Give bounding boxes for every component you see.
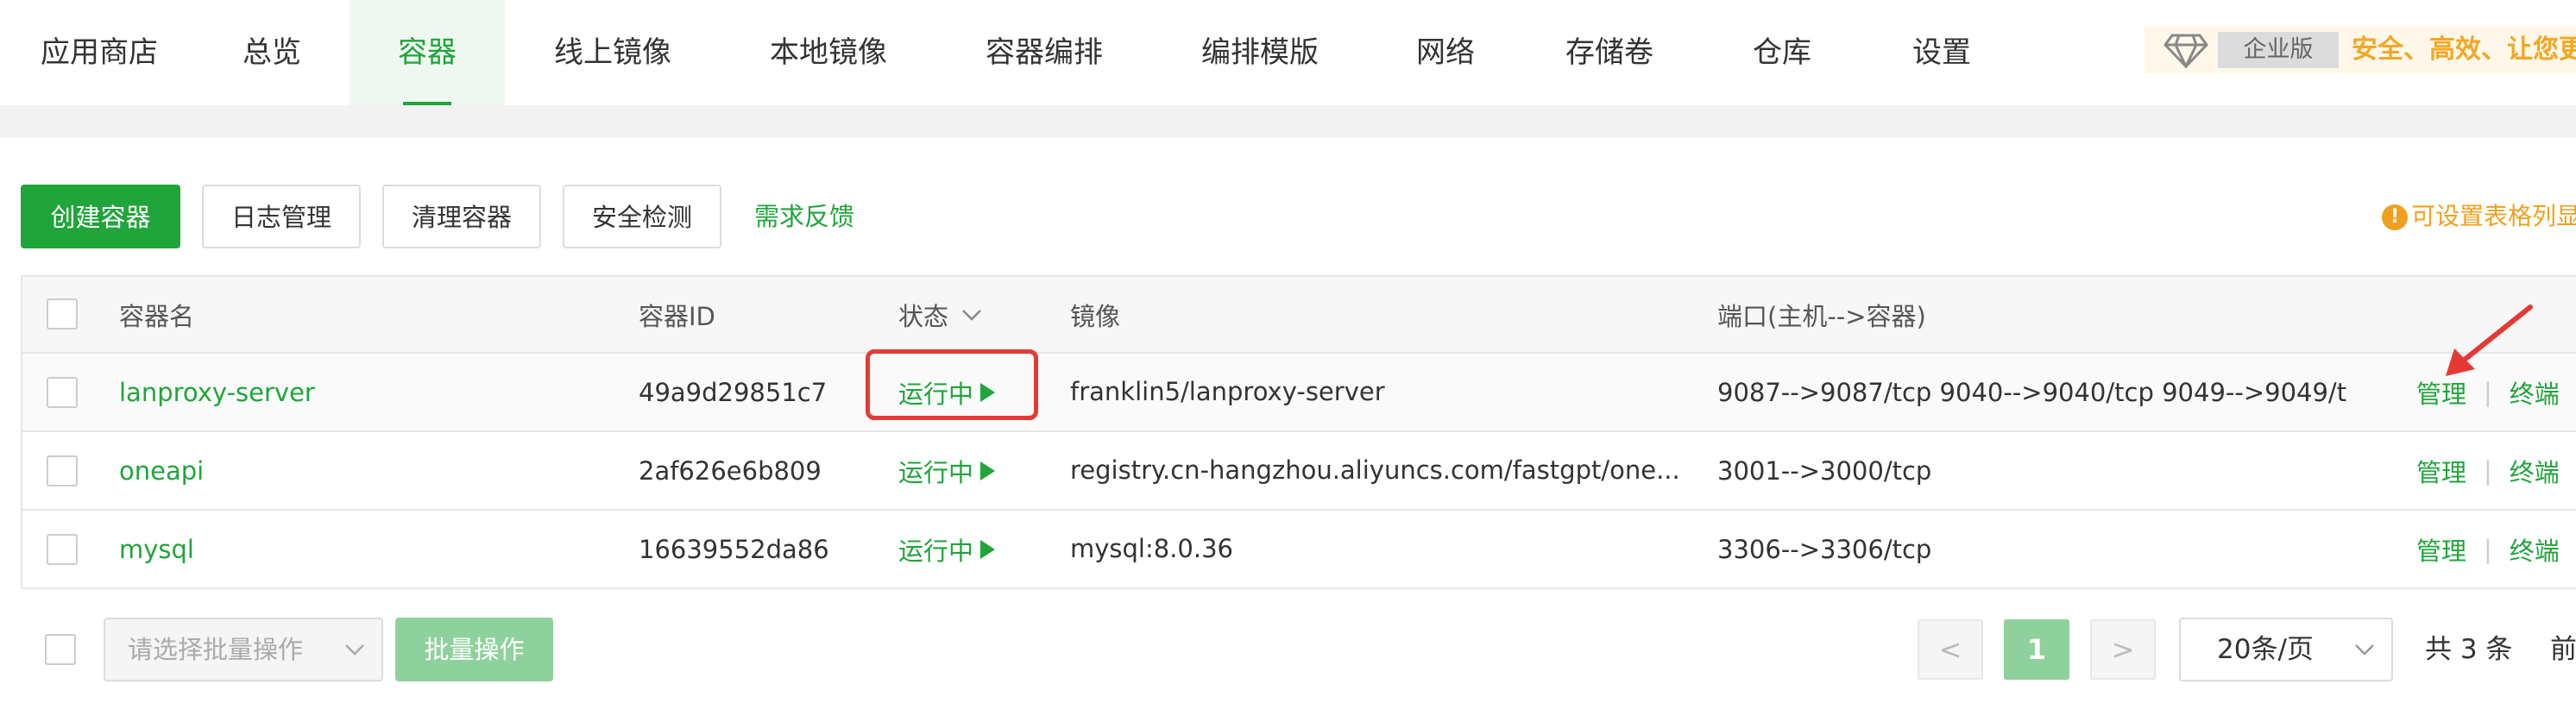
batch-action-select[interactable]: 请选择批量操作 [104, 618, 383, 681]
chevron-down-icon [345, 644, 364, 656]
image-name: mysql:8.0.36 [1070, 534, 1233, 563]
clean-containers-button[interactable]: 清理容器 [382, 185, 541, 248]
status-highlight-box [866, 349, 1038, 420]
page-size-select[interactable]: 20条/页 [2179, 618, 2393, 681]
port-mapping: 3001-->3000/tcp [1717, 455, 1932, 486]
container-name-link[interactable]: mysql [119, 535, 194, 564]
table-row: mysql 16639552da86 运行中 mysql:8.0.36 3306… [22, 511, 2576, 589]
enterprise-promo[interactable]: 企业版 安全、高效、让您更安 [2145, 27, 2576, 73]
terminal-link[interactable]: 终端 [2510, 453, 2560, 489]
next-page-button[interactable]: > [2090, 619, 2156, 680]
port-mapping: 3306-->3306/tcp [1717, 534, 1932, 564]
tab-local-images[interactable]: 本地镜像 [742, 0, 915, 105]
terminal-link[interactable]: 终端 [2510, 531, 2560, 568]
tab-label: 编排模版 [1201, 35, 1319, 70]
status-running[interactable]: 运行中 [898, 432, 996, 509]
select-all-checkbox[interactable] [47, 298, 78, 330]
chevron-down-icon [962, 309, 981, 321]
tab-label: 总览 [242, 35, 301, 70]
container-name-link[interactable]: oneapi [119, 456, 204, 486]
tab-settings[interactable]: 设置 [1877, 0, 2006, 105]
tab-app-store[interactable]: 应用商店 [0, 0, 198, 105]
tab-compose[interactable]: 容器编排 [958, 0, 1131, 105]
header-id: 容器ID [639, 301, 715, 331]
tab-label: 应用商店 [41, 35, 158, 70]
header-ports: 端口(主机-->容器) [1717, 301, 1926, 331]
divider: | [2484, 455, 2492, 486]
container-id: 49a9d29851c7 [639, 377, 828, 407]
header-divider [0, 105, 2576, 138]
status-label: 运行中 [898, 536, 974, 566]
tab-registry[interactable]: 仓库 [1717, 0, 1847, 105]
create-container-button[interactable]: 创建容器 [21, 185, 180, 248]
column-settings-tip[interactable]: ! 可设置表格列显 [2382, 185, 2576, 248]
divider: | [2484, 377, 2492, 407]
enterprise-badge: 企业版 [2218, 32, 2339, 68]
image-name: franklin5/lanproxy-server [1070, 377, 1385, 406]
container-name-link[interactable]: lanproxy-server [119, 378, 315, 407]
footer-select-all-checkbox[interactable] [45, 634, 76, 665]
feedback-link[interactable]: 需求反馈 [754, 185, 854, 248]
tab-online-images[interactable]: 线上镜像 [526, 0, 699, 105]
security-check-button[interactable]: 安全检测 [563, 185, 721, 248]
total-count: 共 3 条 [2425, 634, 2513, 665]
page-size-value: 20条/页 [2217, 634, 2314, 665]
container-id: 16639552da86 [639, 534, 829, 564]
tab-label: 设置 [1912, 35, 1971, 70]
goto-label: 前 [2550, 634, 2576, 665]
info-icon: ! [2382, 204, 2408, 230]
table-row: lanproxy-server 49a9d29851c7 运行中 frankli… [22, 354, 2576, 432]
tab-label: 容器 [398, 35, 457, 70]
log-management-button[interactable]: 日志管理 [202, 185, 361, 248]
header-status-label: 状态 [898, 301, 949, 331]
batch-action-button[interactable]: 批量操作 [395, 618, 553, 681]
status-label: 运行中 [898, 457, 974, 487]
port-mapping: 9087-->9087/tcp 9040-->9040/tcp 9049-->9… [1717, 377, 2347, 407]
chevron-down-icon [2355, 644, 2374, 656]
divider: | [2484, 534, 2492, 564]
table-row: oneapi 2af626e6b809 运行中 registry.cn-hang… [22, 432, 2576, 511]
tab-label: 容器编排 [986, 35, 1103, 70]
top-nav: 应用商店 总览 容器 线上镜像 本地镜像 容器编排 编排模版 网络 存储卷 仓库… [0, 0, 2576, 105]
tab-volumes[interactable]: 存储卷 [1536, 0, 1683, 105]
row-checkbox[interactable] [47, 455, 78, 486]
container-id: 2af626e6b809 [639, 455, 822, 486]
manage-link[interactable]: 管理 [2416, 453, 2466, 489]
tab-label: 本地镜像 [770, 35, 887, 70]
tab-compose-templates[interactable]: 编排模版 [1174, 0, 1346, 105]
row-checkbox[interactable] [47, 377, 78, 408]
tab-label: 存储卷 [1565, 35, 1653, 70]
play-icon [980, 539, 996, 559]
batch-action-placeholder: 请选择批量操作 [128, 635, 304, 664]
header-image: 镜像 [1070, 301, 1121, 331]
tip-text: 可设置表格列显 [2411, 202, 2576, 230]
page-1-button[interactable]: 1 [2004, 619, 2069, 680]
manage-link[interactable]: 管理 [2416, 531, 2466, 568]
image-name: registry.cn-hangzhou.aliyuncs.com/fastgp… [1070, 455, 1680, 485]
tab-label: 线上镜像 [554, 35, 671, 70]
tab-overview[interactable]: 总览 [198, 0, 345, 105]
annotation-arrow-icon [2446, 304, 2533, 376]
container-table: 容器名 容器ID 状态 镜像 端口(主机-->容器) lanproxy-serv… [21, 275, 2576, 589]
tab-network[interactable]: 网络 [1381, 0, 1510, 105]
row-checkbox[interactable] [47, 534, 78, 565]
tab-label: 仓库 [1753, 35, 1811, 70]
header-status[interactable]: 状态 [898, 277, 983, 352]
header-name: 容器名 [119, 301, 195, 331]
diamond-icon [2163, 34, 2208, 68]
tab-label: 网络 [1416, 35, 1475, 70]
table-header: 容器名 容器ID 状态 镜像 端口(主机-->容器) [22, 277, 2576, 354]
tab-containers[interactable]: 容器 [350, 0, 505, 105]
play-icon [980, 461, 996, 480]
prev-page-button[interactable]: < [1918, 619, 1983, 680]
promo-text: 安全、高效、让您更安 [2352, 35, 2576, 65]
status-running[interactable]: 运行中 [898, 511, 996, 587]
